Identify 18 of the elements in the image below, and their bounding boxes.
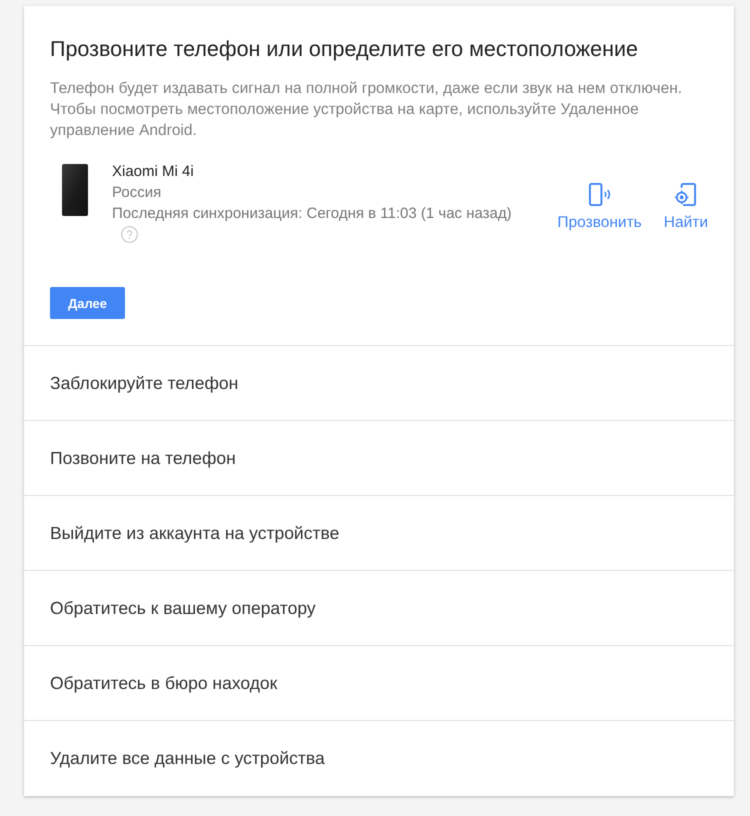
- option-item[interactable]: Удалите все данные с устройства: [24, 721, 734, 796]
- option-item[interactable]: Выйдите из аккаунта на устройстве: [24, 496, 734, 571]
- device-name: Xiaomi Mi 4i: [112, 162, 194, 182]
- option-item[interactable]: Заблокируйте телефон: [24, 346, 734, 421]
- ring-button[interactable]: Прозвонить: [557, 183, 642, 232]
- description-text: Телефон будет издавать сигнал на полной громкости, даже если звук на нем отключен. Чтобы посмотреть местоположение устройства на карте, используйте Удаленное управление Android.: [50, 79, 684, 141]
- option-item[interactable]: Обратитесь в бюро находок: [24, 646, 734, 721]
- next-button[interactable]: Далее: [50, 287, 125, 319]
- option-item[interactable]: Обратитесь к вашему оператору: [24, 571, 734, 646]
- phone-icon: [62, 164, 88, 216]
- phone-location-icon: [674, 183, 698, 206]
- find-button[interactable]: Найти: [664, 183, 708, 232]
- phone-ringing-icon: [588, 183, 612, 206]
- help-icon[interactable]: [121, 226, 138, 243]
- last-sync-text: Последняя синхронизация: Сегодня в 11:03 (1 час назад): [112, 204, 512, 224]
- option-item[interactable]: Позвоните на телефон: [24, 421, 734, 496]
- section-title: Прозвоните телефон или определите его местоположение: [50, 36, 639, 62]
- device-country: Россия: [112, 183, 162, 203]
